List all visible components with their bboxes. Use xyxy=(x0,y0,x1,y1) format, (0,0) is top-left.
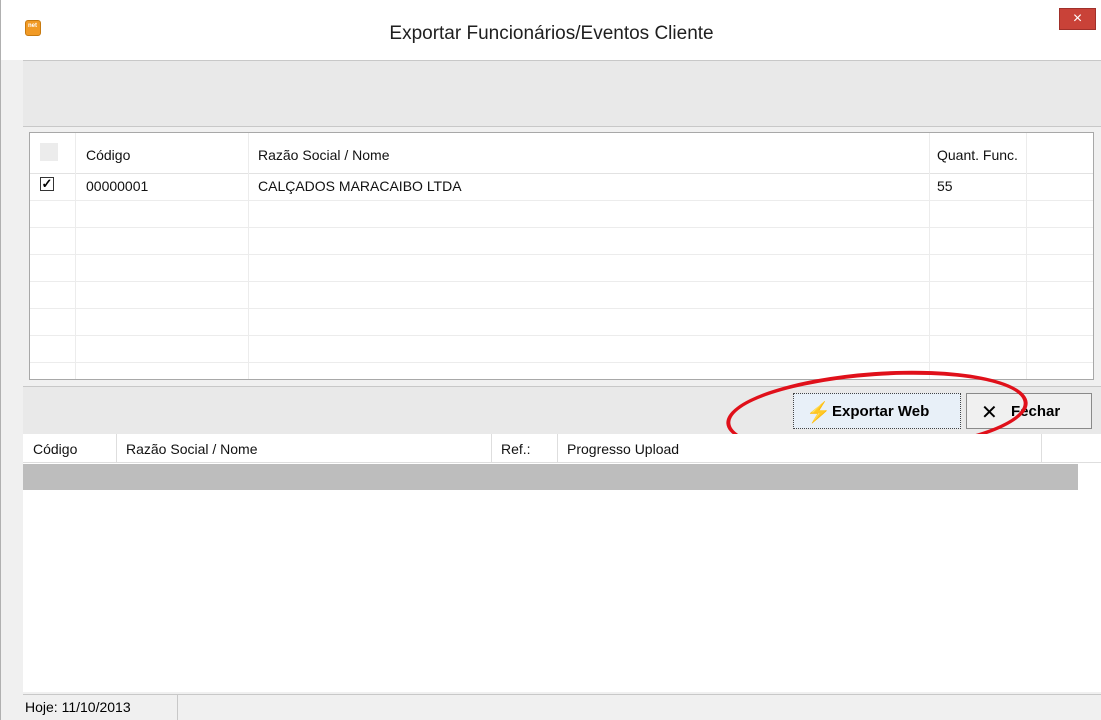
header-quant-func[interactable]: Quant. Func. xyxy=(937,147,1018,163)
export-web-button[interactable]: ⚡ Exportar Web xyxy=(793,393,961,429)
cell-razao-social: CALÇADOS MARACAIBO LTDA xyxy=(258,178,462,194)
header-progresso-upload[interactable]: Progresso Upload xyxy=(567,441,679,457)
cell-quant-func: 55 xyxy=(937,178,953,194)
cell-codigo: 00000001 xyxy=(86,178,149,194)
row-checkbox[interactable]: ✓ xyxy=(40,177,54,191)
fechar-button[interactable]: ✕ Fechar xyxy=(966,393,1092,429)
header-razao-social[interactable]: Razão Social / Nome xyxy=(258,147,390,163)
upload-grid-header: Código Razão Social / Nome Ref.: Progres… xyxy=(23,434,1101,463)
close-window-button[interactable]: × xyxy=(1059,8,1096,30)
dialog-window: net Exportar Funcionários/Eventos Client… xyxy=(0,0,1101,720)
x-icon: ✕ xyxy=(981,402,998,424)
upload-grid[interactable]: Código Razão Social / Nome Ref.: Progres… xyxy=(23,434,1101,692)
window-title: Exportar Funcionários/Eventos Cliente xyxy=(389,23,714,44)
client-grid[interactable]: Código Razão Social / Nome Quant. Func. … xyxy=(29,132,1094,380)
status-bar: Hoje: 11/10/2013 xyxy=(23,694,1101,720)
header-ref[interactable]: Ref.: xyxy=(501,441,531,457)
header-razao-social[interactable]: Razão Social / Nome xyxy=(126,441,258,457)
status-date: Hoje: 11/10/2013 xyxy=(23,695,178,720)
top-panel xyxy=(23,60,1101,127)
client-grid-header: Código Razão Social / Nome Quant. Func. xyxy=(30,133,1093,174)
table-row[interactable]: ✓ 00000001 CALÇADOS MARACAIBO LTDA 55 xyxy=(30,173,1093,200)
header-codigo[interactable]: Código xyxy=(33,441,77,457)
title-bar: net Exportar Funcionários/Eventos Client… xyxy=(1,0,1101,60)
lightning-icon: ⚡ xyxy=(806,402,831,424)
upload-progress-row xyxy=(23,464,1078,490)
select-all-checkbox[interactable] xyxy=(40,143,58,161)
header-codigo[interactable]: Código xyxy=(86,147,130,163)
